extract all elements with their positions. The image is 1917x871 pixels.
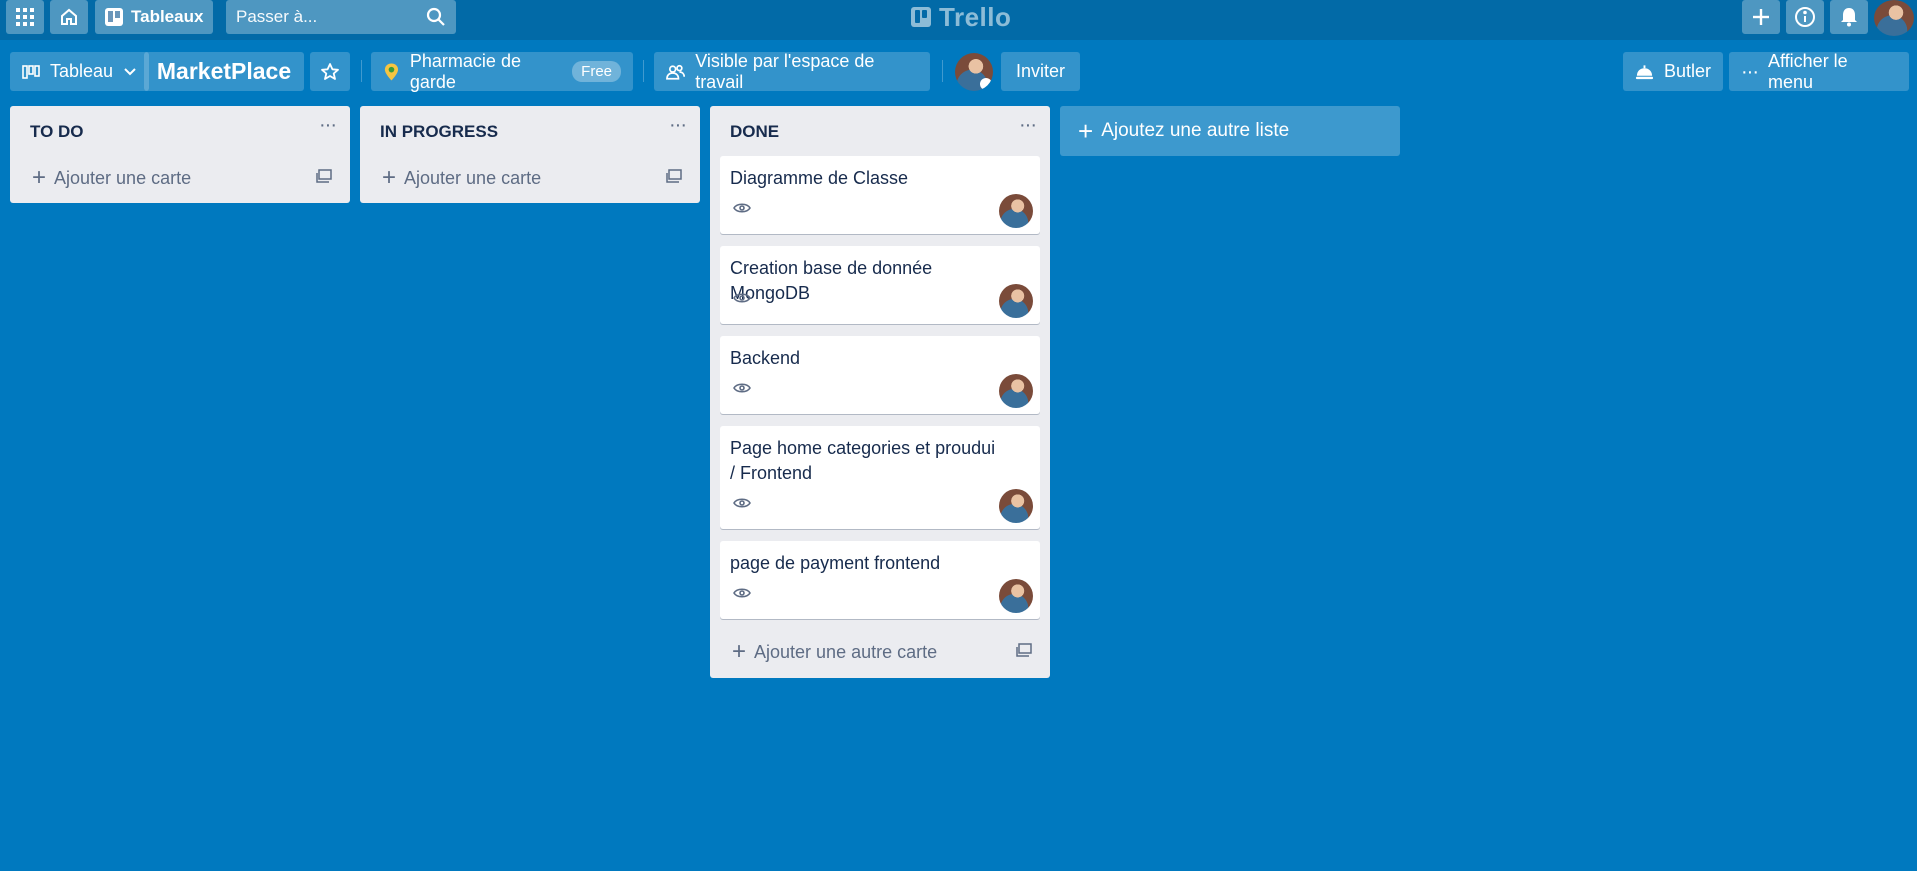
plus-icon: + bbox=[732, 638, 747, 665]
member-avatar[interactable] bbox=[955, 53, 993, 91]
notifications-button[interactable] bbox=[1830, 0, 1868, 34]
workspace-button[interactable]: Pharmacie de garde Free bbox=[371, 50, 633, 92]
card-title: Page home categories et proudui / Fronte… bbox=[730, 438, 996, 483]
user-avatar[interactable] bbox=[1874, 0, 1914, 36]
card-template-icon[interactable] bbox=[666, 169, 682, 183]
plus-icon: + bbox=[382, 164, 397, 191]
butler-label: Butler bbox=[1663, 61, 1711, 81]
list-title[interactable]: IN PROGRESS bbox=[380, 122, 498, 142]
add-list-label: Ajoutez une autre liste bbox=[1101, 120, 1290, 141]
list-done: DONE ··· Diagramme de Classe Creation ba… bbox=[710, 106, 1050, 678]
add-card-label: Ajouter une carte bbox=[54, 167, 192, 188]
trello-logo[interactable]: Trello bbox=[911, 2, 1011, 32]
card-member-avatar[interactable] bbox=[999, 489, 1033, 523]
search-placeholder: Passer à... bbox=[236, 7, 318, 26]
grid-icon bbox=[16, 8, 34, 26]
card-member-avatar[interactable] bbox=[999, 374, 1033, 408]
info-icon bbox=[1795, 7, 1815, 27]
chevron-down-icon bbox=[124, 67, 136, 75]
add-card-button[interactable]: + Ajouter une autre carte bbox=[732, 640, 937, 664]
list-title[interactable]: DONE bbox=[730, 122, 779, 142]
admin-chevron-icon bbox=[980, 78, 992, 90]
card[interactable]: Backend bbox=[720, 336, 1040, 414]
card-member-avatar[interactable] bbox=[999, 284, 1033, 318]
card-title: page de payment frontend bbox=[730, 553, 941, 573]
info-button[interactable] bbox=[1786, 0, 1824, 34]
create-button[interactable] bbox=[1742, 0, 1780, 34]
card-template-icon[interactable] bbox=[1016, 643, 1032, 657]
home-button[interactable] bbox=[50, 0, 88, 34]
add-list-button[interactable]: + Ajoutez une autre liste bbox=[1060, 106, 1400, 156]
eye-icon bbox=[733, 293, 751, 303]
trello-logo-icon bbox=[911, 7, 931, 27]
star-icon bbox=[321, 62, 339, 80]
boards-button[interactable]: Tableaux bbox=[95, 0, 214, 34]
butler-bell-icon bbox=[1635, 64, 1654, 79]
list-menu-ellipsis-icon[interactable]: ··· bbox=[1019, 115, 1037, 135]
divider bbox=[361, 60, 362, 82]
plan-badge: Free bbox=[572, 61, 621, 82]
divider bbox=[942, 60, 943, 82]
card-member-avatar[interactable] bbox=[999, 194, 1033, 228]
card-member-avatar[interactable] bbox=[999, 579, 1033, 613]
list-todo: TO DO ··· + Ajouter une carte bbox=[10, 106, 350, 203]
board-name[interactable]: MarketPlace bbox=[144, 52, 304, 91]
card[interactable]: Creation base de donnée MongoDB bbox=[720, 246, 1040, 324]
list-menu-ellipsis-icon[interactable]: ··· bbox=[669, 115, 687, 135]
logo-text: Trello bbox=[939, 1, 1012, 32]
search-input[interactable]: Passer à... bbox=[226, 0, 456, 34]
team-visibility-icon bbox=[666, 64, 686, 80]
show-menu-button[interactable]: ··· Afficher le menu bbox=[1729, 50, 1909, 92]
plus-icon bbox=[1753, 9, 1769, 25]
plus-icon: + bbox=[32, 164, 47, 191]
add-card-button[interactable]: + Ajouter une carte bbox=[32, 166, 191, 190]
view-label: Tableau bbox=[50, 61, 114, 81]
apps-button[interactable] bbox=[6, 0, 44, 34]
ellipsis-icon: ··· bbox=[1741, 60, 1759, 83]
eye-icon bbox=[733, 498, 751, 508]
board-view-icon bbox=[22, 64, 40, 79]
visibility-label: Visible par l'espace de travail bbox=[695, 50, 875, 92]
eye-icon bbox=[733, 588, 751, 598]
list-in-progress: IN PROGRESS ··· + Ajouter une carte bbox=[360, 106, 700, 203]
card[interactable]: page de payment frontend bbox=[720, 541, 1040, 619]
plus-icon: + bbox=[1078, 116, 1094, 146]
bell-icon bbox=[1841, 8, 1857, 27]
list-menu-ellipsis-icon[interactable]: ··· bbox=[319, 115, 337, 135]
card-title: Diagramme de Classe bbox=[730, 168, 909, 188]
card-title: Creation base de donnée MongoDB bbox=[730, 258, 933, 303]
boards-label: Tableaux bbox=[131, 7, 204, 26]
card[interactable]: Diagramme de Classe bbox=[720, 156, 1040, 234]
invite-label: Inviter bbox=[1015, 61, 1066, 81]
home-icon bbox=[61, 8, 77, 25]
visibility-button[interactable]: Visible par l'espace de travail bbox=[654, 50, 930, 92]
butler-button[interactable]: Butler bbox=[1623, 52, 1723, 91]
add-card-label: Ajouter une carte bbox=[404, 167, 542, 188]
eye-icon bbox=[733, 203, 751, 213]
list-title[interactable]: TO DO bbox=[30, 122, 84, 142]
workspace-logo-icon bbox=[384, 63, 399, 80]
eye-icon bbox=[733, 383, 751, 393]
add-card-button[interactable]: + Ajouter une carte bbox=[382, 166, 541, 190]
invite-button[interactable]: Inviter bbox=[1001, 52, 1080, 91]
star-button[interactable] bbox=[310, 52, 350, 91]
card-template-icon[interactable] bbox=[316, 169, 332, 183]
workspace-name: Pharmacie de garde bbox=[409, 50, 521, 92]
show-menu-label: Afficher le menu bbox=[1767, 50, 1848, 92]
search-icon bbox=[426, 7, 445, 26]
divider bbox=[643, 60, 644, 82]
boards-icon bbox=[105, 8, 123, 26]
card-title: Backend bbox=[730, 348, 801, 368]
view-switcher[interactable]: Tableau bbox=[10, 52, 150, 91]
top-header: Tableaux Passer à... Trello bbox=[0, 0, 1917, 40]
add-card-label: Ajouter une autre carte bbox=[754, 641, 938, 662]
card[interactable]: Page home categories et proudui / Fronte… bbox=[720, 426, 1040, 529]
